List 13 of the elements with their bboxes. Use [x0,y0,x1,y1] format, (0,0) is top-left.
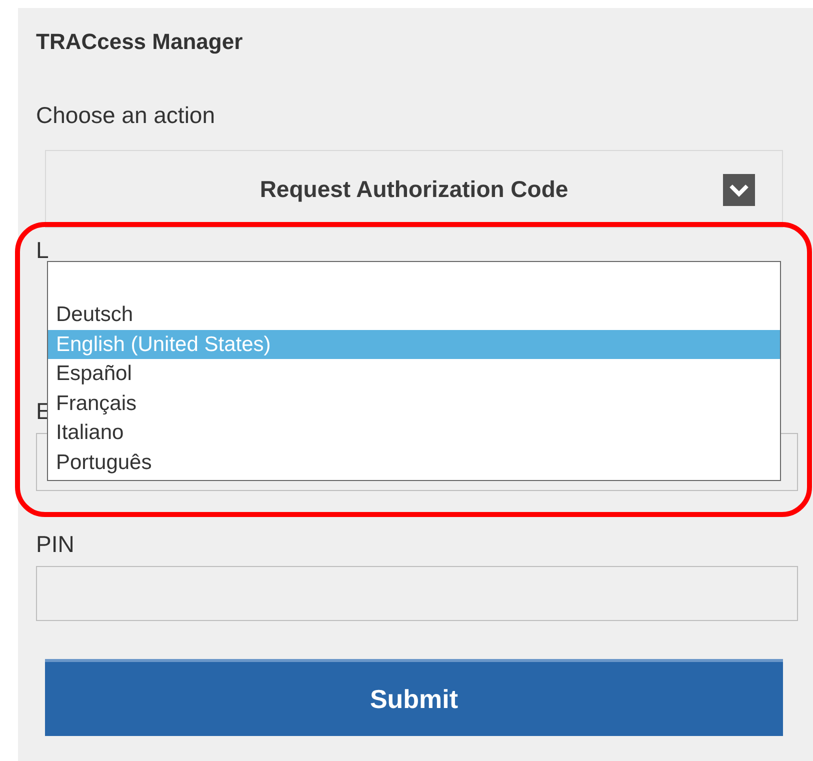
app-title: TRACcess Manager [36,28,243,56]
action-label: Choose an action [36,101,216,129]
pin-label: PIN [36,530,74,558]
language-label: L [36,240,49,260]
language-option[interactable]: Italiano [48,418,780,448]
action-dropdown[interactable]: Request Authorization Code [45,150,783,228]
language-option[interactable]: Français [48,388,780,418]
language-option[interactable]: Español [48,359,780,388]
chevron-down-icon [723,174,755,206]
pin-field[interactable] [36,566,798,621]
language-option[interactable]: Deutsch [48,300,780,330]
submit-button[interactable]: Submit [45,659,783,736]
language-option[interactable]: Português [48,448,780,477]
